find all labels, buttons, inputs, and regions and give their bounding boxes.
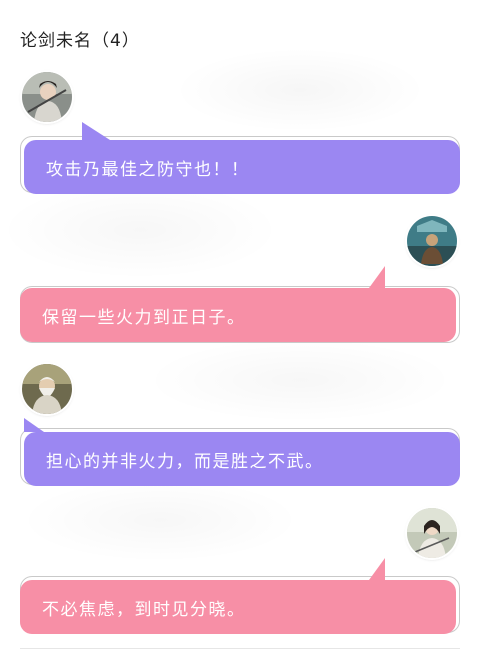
swordswoman-avatar[interactable]	[407, 508, 457, 558]
message-bubble[interactable]: 不必焦虑，到时见分晓。	[20, 580, 456, 634]
bubble-tail	[82, 122, 110, 140]
chat-page: 论剑未名（4） 攻击乃最佳之防守也！！ 保留一些火力到正日子。 担心的并非火力，…	[0, 0, 480, 663]
elder-sage-avatar[interactable]	[22, 364, 72, 414]
bubble-tail	[24, 418, 44, 432]
message-text: 不必焦虑，到时见分晓。	[42, 599, 246, 620]
message-bubble[interactable]: 担心的并非火力，而是胜之不武。	[24, 432, 460, 486]
message-text: 攻击乃最佳之防守也！！	[46, 159, 250, 180]
chat-title: 论剑未名（4）	[20, 31, 140, 51]
swordsman-avatar[interactable]	[22, 72, 72, 122]
message-bubble[interactable]: 攻击乃最佳之防守也！！	[24, 140, 460, 194]
message-text: 保留一些火力到正日子。	[42, 307, 246, 328]
divider	[20, 648, 460, 649]
bubble-tail	[369, 558, 385, 580]
message-bubble[interactable]: 保留一些火力到正日子。	[20, 288, 456, 342]
warrior-statue-avatar[interactable]	[407, 216, 457, 266]
message-text: 担心的并非火力，而是胜之不武。	[46, 451, 324, 472]
bubble-tail	[369, 266, 385, 288]
